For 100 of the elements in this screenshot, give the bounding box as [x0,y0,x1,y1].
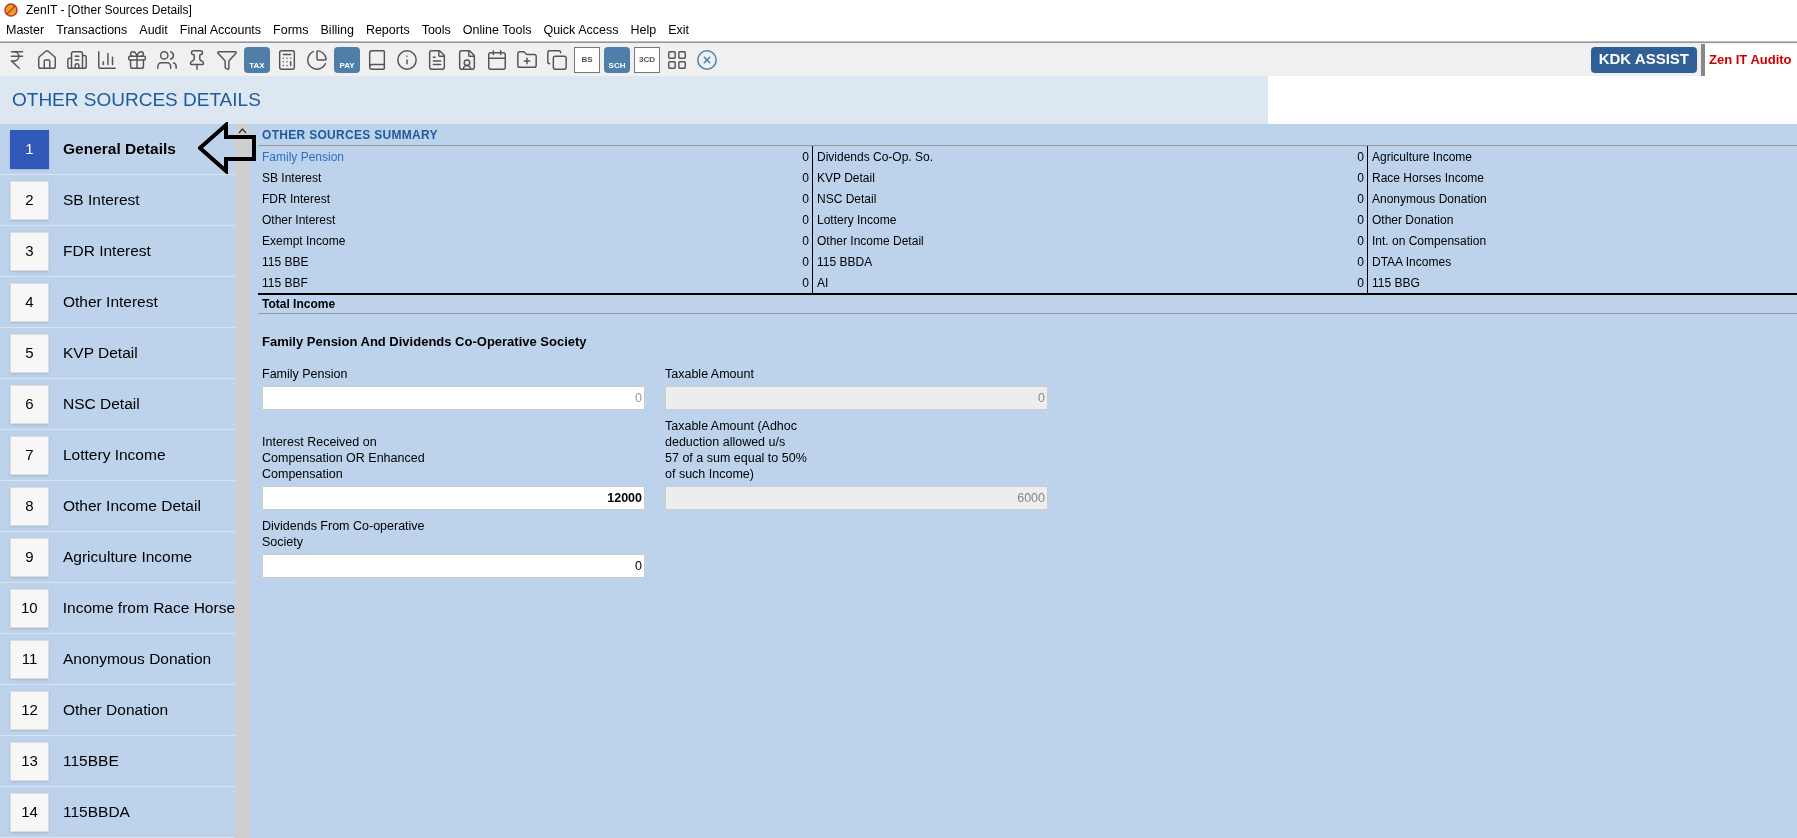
sidebar-item[interactable]: 12 Other Donation [0,685,235,736]
menu-item[interactable]: Final Accounts [173,21,268,40]
app-tab[interactable]: Zen IT Audito [1701,44,1797,76]
item-label: Other Donation [63,700,169,721]
item-label: Other Income Detail [63,496,201,517]
sidebar-item[interactable]: 5 KVP Detail [0,328,235,379]
summary-value: 0 [802,148,809,166]
summary-label: Agriculture Income [1372,148,1473,166]
item-number: 1 [10,129,49,169]
item-label: Income from Race Horse [62,598,235,619]
summary-value: 0 [802,253,809,271]
summary-value: 0 [802,232,809,250]
summary-label: Int. on Compensation [1372,232,1487,250]
item-number: 4 [10,282,49,322]
summary-label: Other Donation [1372,211,1454,229]
menu-item[interactable]: Exit [662,21,695,40]
item-label: 115BBE [63,751,119,772]
summary-value: 0 [1357,190,1364,208]
item-number: 6 [10,384,49,424]
summary-label: Dividends Co-Op. So. [817,148,934,166]
menu-item[interactable]: Audit [133,21,174,40]
app-logo-icon [4,3,18,17]
sidebar-item[interactable]: 8 Other Income Detail [0,481,235,532]
summary-label: AI [817,274,829,292]
summary-value: 0 [1357,148,1364,166]
sidebar-item[interactable]: 2 SB Interest [0,175,235,226]
field-label: Dividends From Co-operative Society [262,517,426,550]
sidebar-item[interactable]: 13 115BBE [0,736,235,787]
item-label: Anonymous Donation [63,649,212,670]
summary-value: 0 [1357,274,1364,292]
summary-label: KVP Detail [817,169,875,187]
number-field[interactable]: 12000 [262,485,645,510]
page-title: OTHER SOURCES DETAILS [12,87,261,112]
toolbar-button[interactable]: SCH [604,46,630,73]
menu-item[interactable]: Quick Access [537,21,625,40]
sidebar-item[interactable]: 3 FDR Interest [0,226,235,277]
toolbar-button[interactable]: BS [574,46,600,73]
number-field[interactable]: 0 [262,553,645,578]
menu-item[interactable]: Reports [359,21,416,40]
sidebar-item[interactable]: 4 Other Interest [0,277,235,328]
summary-label: FDR Interest [262,190,330,208]
item-number: 9 [10,537,49,577]
menu-item[interactable]: Online Tools [456,21,538,40]
menu-item[interactable]: Tools [415,21,457,40]
summary-label: Other Income Detail [817,232,924,250]
item-number: 10 [10,588,49,628]
sidebar-item[interactable]: 9 Agriculture Income [0,532,235,583]
item-label: 115BBDA [63,802,130,823]
item-number: 14 [10,792,49,832]
field-label: Taxable Amount (Adhoc deduction allowed u/s 57 of a sum equal to 50% of such Income) [665,417,808,482]
summary-value: 0 [802,169,809,187]
summary-title: OTHER SOURCES SUMMARY [262,126,438,144]
summary-label: Other Interest [262,211,336,229]
sidebar-item[interactable]: 14 115BBDA [0,787,235,838]
menu-item[interactable]: Help [624,21,663,40]
assist-button[interactable]: KDK ASSIST [1590,46,1697,73]
field-label: Interest Received on Compensation OR Enhanced Compensation [262,433,426,482]
summary-label: 115 BBF [262,274,308,292]
item-label: FDR Interest [63,241,151,262]
toolbar-button[interactable]: TAX [244,46,270,73]
sidebar-item[interactable]: 6 NSC Detail [0,379,235,430]
menu-item[interactable]: Transactions [50,21,134,40]
total-label: Total Income [262,296,336,313]
menu-item[interactable]: Billing [314,21,360,40]
item-label: Lottery Income [63,445,166,466]
item-number: 7 [10,435,49,475]
summary-value: 0 [1357,211,1364,229]
toolbar-button[interactable]: 3CD [634,46,660,73]
summary-label: SB Interest [262,169,322,187]
summary-label: DTAA Incomes [1372,253,1452,271]
sidebar-item[interactable]: 11 Anonymous Donation [0,634,235,685]
summary-label: 115 BBDA [817,253,873,271]
item-label: NSC Detail [63,394,140,415]
summary-label: Lottery Income [817,211,897,229]
summary-value: 0 [1357,232,1364,250]
scroll-up-icon[interactable] [238,128,247,134]
section-title: Family Pension And Dividends Co-Operative Society [262,333,588,351]
summary-value: 0 [802,190,809,208]
item-label: Agriculture Income [63,547,193,568]
summary-value: 0 [1357,169,1364,187]
item-label: KVP Detail [63,343,138,364]
item-label: Other Interest [63,292,158,313]
summary-label: Anonymous Donation [1372,190,1487,208]
summary-label: 115 BBG [1372,274,1420,292]
item-number: 8 [10,486,49,526]
summary-label: 115 BBE [262,253,309,271]
sidebar-item[interactable]: 1 General Details [0,124,235,175]
sidebar-item[interactable]: 10 Income from Race Horse [0,583,235,634]
item-label: SB Interest [63,190,140,211]
menu-item[interactable]: Master [0,21,51,40]
summary-value: 0 [802,274,809,292]
summary-label: Exempt Income [262,232,346,250]
item-number: 13 [10,741,49,781]
item-label: General Details [63,139,176,160]
menu-item[interactable]: Forms [267,21,315,40]
toolbar-button[interactable]: PAY [334,46,360,73]
item-number: 5 [10,333,49,373]
sidebar-item[interactable]: 7 Lottery Income [0,430,235,481]
pointer-arrow-drawing [198,122,256,174]
item-number: 2 [10,180,49,220]
